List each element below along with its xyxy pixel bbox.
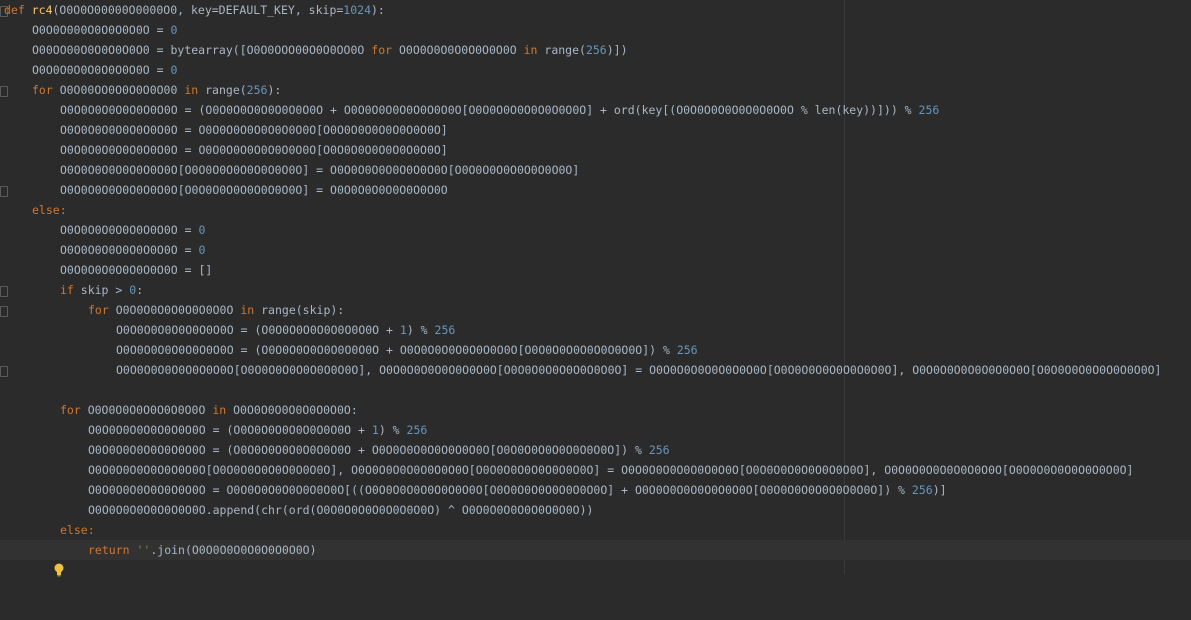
fold-marker-icon[interactable] [0,286,8,297]
code-text: def rc4(O0O0O00000O0000O0, key=DEFAULT_K… [4,3,385,17]
code-text: else: [32,203,67,217]
code-line[interactable]: O0O0O0O0O0O0O0O0O = 0 [0,60,177,80]
code-text: O0O0O0O0O0O0O0O0O = 0 [60,243,206,257]
code-text: for O0O0O0O0O0O0O0O0O in range(skip): [88,303,345,317]
code-text: for O0O0O0O0O0O0O0O0O in O0O0O0O0O0O0O0O… [60,403,358,417]
code-text: if skip > 0: [60,283,144,297]
code-line[interactable]: for O0O0O0O0O0O0O0O0O in range(skip): [0,300,344,320]
code-line[interactable]: O0O0O0O0O0O0O0O0O = (O0O0O0O0O0O0O0O0O +… [0,440,670,460]
code-text: O0O0O0O0O0O0O0O0O = (O0O0O0O0O0O0O0O0O +… [116,343,698,357]
code-text: O0O0O0O0O0O0O0O0O = (O0O0O0O0O0O0O0O0O +… [88,423,428,437]
fold-marker-icon[interactable] [0,366,8,377]
code-line[interactable]: O0O0O0O0O0O0O0O0O = [] [0,260,212,280]
code-text: O0O0O0O0O0O0O0O0O = O0O0O0O0O0O0O0O0O[((… [88,483,947,497]
code-text: O0O0O0O0O0O0O0O0O = 0 [60,223,206,237]
code-line[interactable]: O0O0O0O0O0O0O0O0O = O0O0O0O0O0O0O0O0O[O0… [0,120,448,140]
code-line[interactable]: O0O0O0O0O0O0O0O0O = (O0O0O0O0O0O0O0O0O +… [0,100,939,120]
code-line[interactable]: O0O0O0O0O0O0O0O0O = (O0O0O0O0O0O0O0O0O +… [0,340,698,360]
code-line[interactable]: O0O0O0O0O0O0O0O0O = O0O0O0O0O0O0O0O0O[O0… [0,140,448,160]
code-editor[interactable]: def rc4(O0O0O00000O0000O0, key=DEFAULT_K… [0,0,1191,577]
code-line[interactable]: else: [0,200,67,220]
code-line[interactable]: O0O0O000O0O0O0O0O = 0 [0,20,177,40]
code-text: O0O0O0O0O0O0O0O0O = (O0O0O0O0O0O0O0O0O +… [60,103,940,117]
code-text: for O0O00OO0O0O0O0O00 in range(256): [32,83,282,97]
code-line[interactable]: O0O0O0O0O0O0O0O0O[O0O0O0O0O0O0O0O0O], O0… [0,460,1133,480]
code-line[interactable]: if skip > 0: [0,280,143,300]
code-text: else: [60,523,95,537]
code-line[interactable]: O0O0O0O0O0O0O0O0O.append(chr(ord(O0O0O0O… [0,500,593,520]
code-text: O0O0O0O0O0O0O0O0O = O0O0O0O0O0O0O0O0O[O0… [60,123,448,137]
fold-marker-icon[interactable] [0,86,8,97]
code-text: O0O0O0O0O0O0O0O0O = (O0O0O0O0O0O0O0O0O +… [88,443,670,457]
code-text: O0O0O0O0O0O0O0O0O = [] [60,263,213,277]
code-line[interactable]: O0O0O0O0O0O0O0O0O = 0 [0,240,205,260]
code-text: O00OO00O0O0O0O0O0 = bytearray([O0O0OOO00… [32,43,628,57]
code-line[interactable] [0,380,28,400]
code-text: O0O0O0O0O0O0O0O0O[O0O0O0O0O0O0O0O0O] = O… [60,183,448,197]
code-text: O0O0O0O0O0O0O0O0O[O0O0O0O0O0O0O0O0O] = O… [60,163,580,177]
code-line[interactable]: O0O0O0O0O0O0O0O0O = (O0O0O0O0O0O0O0O0O +… [0,320,455,340]
code-text: O0O0O000O0O0O0O0O = 0 [32,23,178,37]
lightbulb-icon[interactable] [12,543,64,577]
code-text: O0O0O0O0O0O0O0O0O = (O0O0O0O0O0O0O0O0O +… [116,323,456,337]
code-line[interactable]: O0O0O0O0O0O0O0O0O = O0O0O0O0O0O0O0O0O[((… [0,480,947,500]
code-line[interactable]: O0O0O0O0O0O0O0O0O = (O0O0O0O0O0O0O0O0O +… [0,420,427,440]
code-line[interactable]: O0O0O0O0O0O0O0O0O[O0O0O0O0O0O0O0O0O] = O… [0,180,448,200]
code-line[interactable]: O0O0O0O0O0O0O0O0O[O0O0O0O0O0O0O0O0O], O0… [0,360,1161,380]
code-line[interactable]: O0O0O0O0O0O0O0O0O[O0O0O0O0O0O0O0O0O] = O… [0,160,579,180]
code-line[interactable]: else: [0,520,95,540]
code-line[interactable]: for O0O0O0O0O0O0O0O0O in O0O0O0O0O0O0O0O… [0,400,358,420]
code-line[interactable]: O00OO00O0O0O0O0O0 = bytearray([O0O0OOO00… [0,40,628,60]
code-text: O0O0O0O0O0O0O0O0O[O0O0O0O0O0O0O0O0O], O0… [88,463,1134,477]
code-line[interactable]: def rc4(O0O0O00000O0000O0, key=DEFAULT_K… [0,0,385,20]
code-line[interactable]: O0O0O0O0O0O0O0O0O = 0 [0,220,205,240]
code-line-current[interactable]: return ''.join(O0O0O0O0O0O0O0O0O) [0,540,1191,577]
code-text: O0O0O0O0O0O0O0O0O = 0 [32,63,178,77]
fold-marker-icon[interactable] [0,306,8,317]
fold-marker-icon[interactable] [0,186,8,197]
code-text: O0O0O0O0O0O0O0O0O[O0O0O0O0O0O0O0O0O], O0… [116,363,1162,377]
code-line[interactable]: for O0O00OO0O0O0O0O00 in range(256): [0,80,281,100]
code-text: O0O0O0O0O0O0O0O0O.append(chr(ord(O0O0O0O… [88,503,594,517]
code-text: O0O0O0O0O0O0O0O0O = O0O0O0O0O0O0O0O0O[O0… [60,143,448,157]
code-text: return ''.join(O0O0O0O0O0O0O0O0O) [88,543,317,557]
